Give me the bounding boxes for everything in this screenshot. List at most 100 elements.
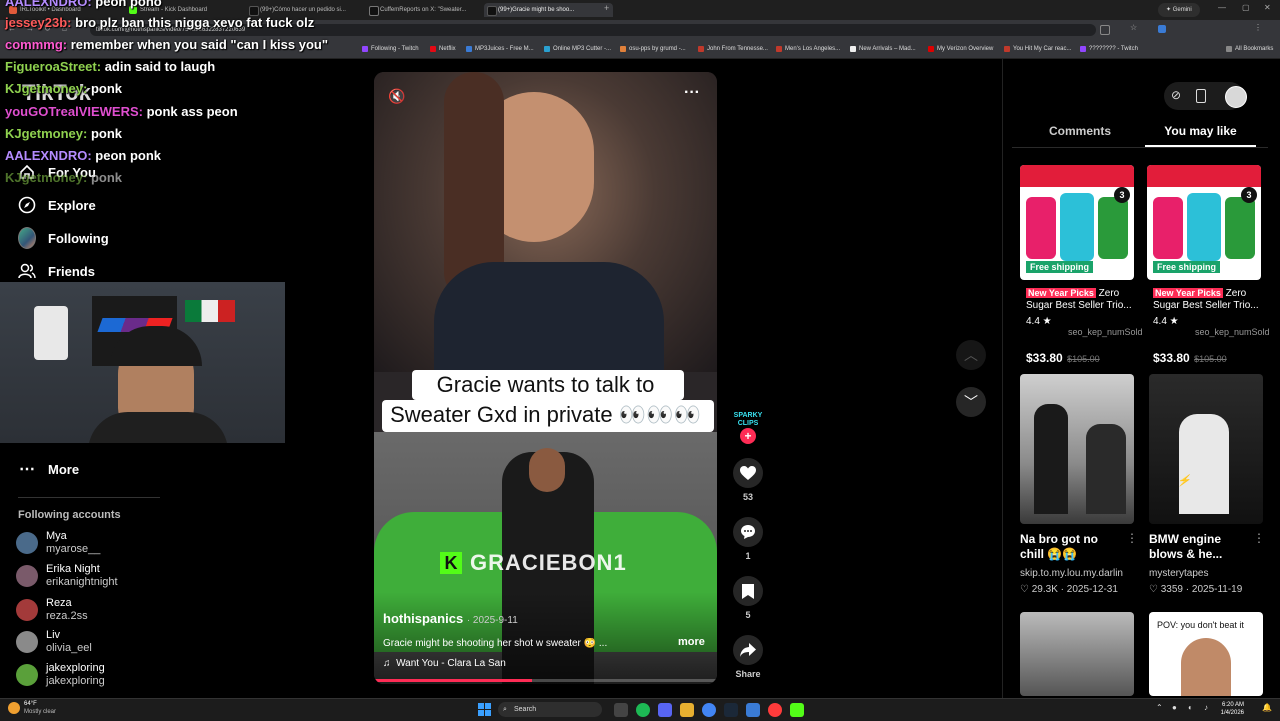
nav-more[interactable]: ⋯ More — [18, 456, 79, 482]
menu-dots-icon[interactable]: ⋮ — [1254, 23, 1262, 32]
tab-you-may-like[interactable]: You may like — [1145, 124, 1256, 138]
share-button[interactable]: Share — [728, 635, 768, 679]
chat-message: FigueroaStreet: adin said to laugh — [5, 59, 215, 74]
panel-divider — [1002, 58, 1003, 698]
device-icon[interactable] — [1196, 89, 1206, 103]
extension-icon[interactable] — [1158, 25, 1166, 33]
card-options-icon[interactable]: ⋮ — [1253, 531, 1265, 545]
video-player[interactable]: 🔇 ··· Gracie wants to talk to Sweater Gx… — [374, 72, 717, 684]
tray-chevron-icon[interactable]: ⌃ — [1156, 703, 1163, 712]
network-icon[interactable]: ◐ — [1188, 703, 1193, 712]
extension-icon[interactable] — [1100, 25, 1110, 35]
mute-icon[interactable]: 🔇 — [388, 88, 405, 105]
product-card[interactable]: 3 Free shipping New Year Picks Zero Suga… — [1147, 165, 1270, 365]
webcam-overlay — [0, 282, 285, 443]
bookmark-item[interactable]: Following - Twitch — [362, 43, 419, 55]
nav-explore[interactable]: Explore — [18, 192, 96, 218]
new-tab-icon[interactable]: + — [604, 3, 609, 13]
nav-friends[interactable]: Friends — [18, 258, 95, 284]
notifications-icon[interactable]: 🔔 — [1262, 703, 1272, 712]
clock-time[interactable]: 6:20 AM — [1220, 702, 1244, 708]
volume-icon[interactable]: ♪ — [1204, 703, 1208, 712]
bookmark-item[interactable]: osu-pps by grumd -... — [620, 43, 686, 55]
maximize-icon[interactable]: ▢ — [1242, 3, 1250, 12]
bottle-2 — [1060, 193, 1094, 261]
video-card-emojis: 😭😭 — [1047, 547, 1078, 561]
bookmark-item[interactable]: ???????? - Twitch — [1080, 43, 1138, 55]
card-options-icon[interactable]: ⋮ — [1126, 531, 1138, 545]
creator-badge[interactable]: SPARKY CLIPS — [733, 412, 763, 428]
chat-message: AALEXNDRO: peon pono — [5, 0, 162, 9]
like-button[interactable]: 53 — [733, 458, 763, 502]
recommended-video-card[interactable]: ⚡ BMW engine blows & he... ⋮ mysterytape… — [1149, 374, 1265, 604]
video-options-icon[interactable]: ··· — [684, 84, 700, 102]
all-bookmarks[interactable]: All Bookmarks — [1226, 43, 1273, 55]
clock-date[interactable]: 1/4/2026 — [1218, 710, 1244, 716]
task-view-icon[interactable] — [614, 703, 628, 717]
share-label: Share — [735, 669, 761, 679]
chat-text: ponk — [90, 81, 123, 96]
product-price: $33.80 — [1026, 351, 1063, 365]
comment-button[interactable]: 1 — [733, 517, 763, 561]
recommended-video-card[interactable]: POV: you don't beat it — [1149, 612, 1263, 696]
bookmark-star-icon[interactable]: ☆ — [1130, 23, 1137, 32]
bookmark-item[interactable]: Netflix — [430, 43, 456, 55]
discord-icon[interactable] — [658, 703, 672, 717]
bluetooth-icon[interactable]: ● — [1172, 703, 1177, 712]
video-card-author[interactable]: skip.to.my.lou.my.darlin — [1020, 568, 1150, 579]
tab-comments[interactable]: Comments — [1020, 124, 1140, 138]
minimize-icon[interactable]: — — [1218, 3, 1226, 12]
music-row[interactable]: ♫ Want You - Clara La San — [383, 658, 506, 669]
bookmark-item[interactable]: New Arrivals – Mad... — [850, 43, 916, 55]
browser-tab-active[interactable]: (99+)Gracie might be shoo... — [484, 3, 613, 17]
bookmark-item[interactable]: Men's Los Angeles... — [776, 43, 840, 55]
share-icon — [733, 635, 763, 665]
recommended-video-card[interactable]: Na bro got no chill 😭😭 ⋮ skip.to.my.lou.… — [1020, 374, 1138, 604]
account-name: Erika Night — [46, 563, 100, 575]
file-explorer-icon[interactable] — [680, 703, 694, 717]
jersey — [34, 306, 68, 360]
person-silhouette — [1179, 414, 1229, 514]
recommended-video-card[interactable] — [1020, 612, 1134, 696]
previous-video-icon[interactable]: ︿ — [956, 340, 986, 370]
nav-following[interactable]: Following — [18, 225, 109, 251]
obs-icon[interactable] — [768, 703, 782, 717]
chat-message: commmg: remember when you said "can I ki… — [5, 37, 328, 52]
product-card[interactable]: 3 Free shipping New Year Picks Zero Suga… — [1020, 165, 1143, 365]
next-video-icon[interactable]: ﹀ — [956, 387, 986, 417]
bookmark-item[interactable]: John From Tennesse... — [698, 43, 768, 55]
profile-avatar[interactable] — [1225, 86, 1247, 108]
man-head — [529, 448, 565, 492]
video-card-stats: ♡ 3359 · 2025-11-19 — [1149, 584, 1242, 595]
taskbar-search[interactable]: ⌕ Search — [498, 702, 602, 717]
weather-icon[interactable] — [8, 702, 20, 714]
video-author[interactable]: hothispanics — [383, 611, 463, 626]
browser-tab[interactable]: CuffemReports on X: "Sweater... — [366, 3, 495, 17]
bookmark-label: Men's Los Angeles... — [785, 46, 841, 52]
save-button[interactable]: 5 — [733, 576, 763, 620]
app-icon[interactable] — [746, 703, 760, 717]
compass-small-icon[interactable]: ⊘ — [1171, 88, 1181, 102]
video-author-row: hothispanics · 2025-9-11 — [383, 611, 518, 626]
tab-label: (99+)Cómo hacer un pedido si... — [260, 7, 346, 13]
shirt — [88, 412, 228, 443]
steam-icon[interactable] — [724, 703, 738, 717]
chrome-icon[interactable] — [702, 703, 716, 717]
netflix-icon — [430, 46, 436, 52]
bookmark-item[interactable]: Online MP3 Cutter -... — [544, 43, 611, 55]
more-link[interactable]: more — [678, 636, 705, 648]
gemini-button[interactable]: ✦ Gemini — [1158, 3, 1200, 17]
spotify-icon[interactable] — [636, 703, 650, 717]
caption-line-2: Sweater Gxd in private 👀👀👀 — [390, 402, 701, 427]
windows-start-icon[interactable] — [478, 703, 492, 717]
gemini-label: Gemini — [1172, 7, 1192, 13]
video-card-author[interactable]: mysterytapes — [1149, 568, 1208, 579]
bookmark-item[interactable]: MP3Juices - Free M... — [466, 43, 534, 55]
bookmark-item[interactable]: My Verizon Overview — [928, 43, 993, 55]
bookmark-label: Netflix — [439, 46, 456, 52]
kick-icon[interactable] — [790, 703, 804, 717]
close-icon[interactable]: ✕ — [1264, 3, 1271, 12]
save-count: 5 — [745, 610, 751, 620]
bookmark-item[interactable]: You Hit My Car reac... — [1004, 43, 1071, 55]
follow-plus-icon[interactable]: + — [740, 428, 756, 444]
